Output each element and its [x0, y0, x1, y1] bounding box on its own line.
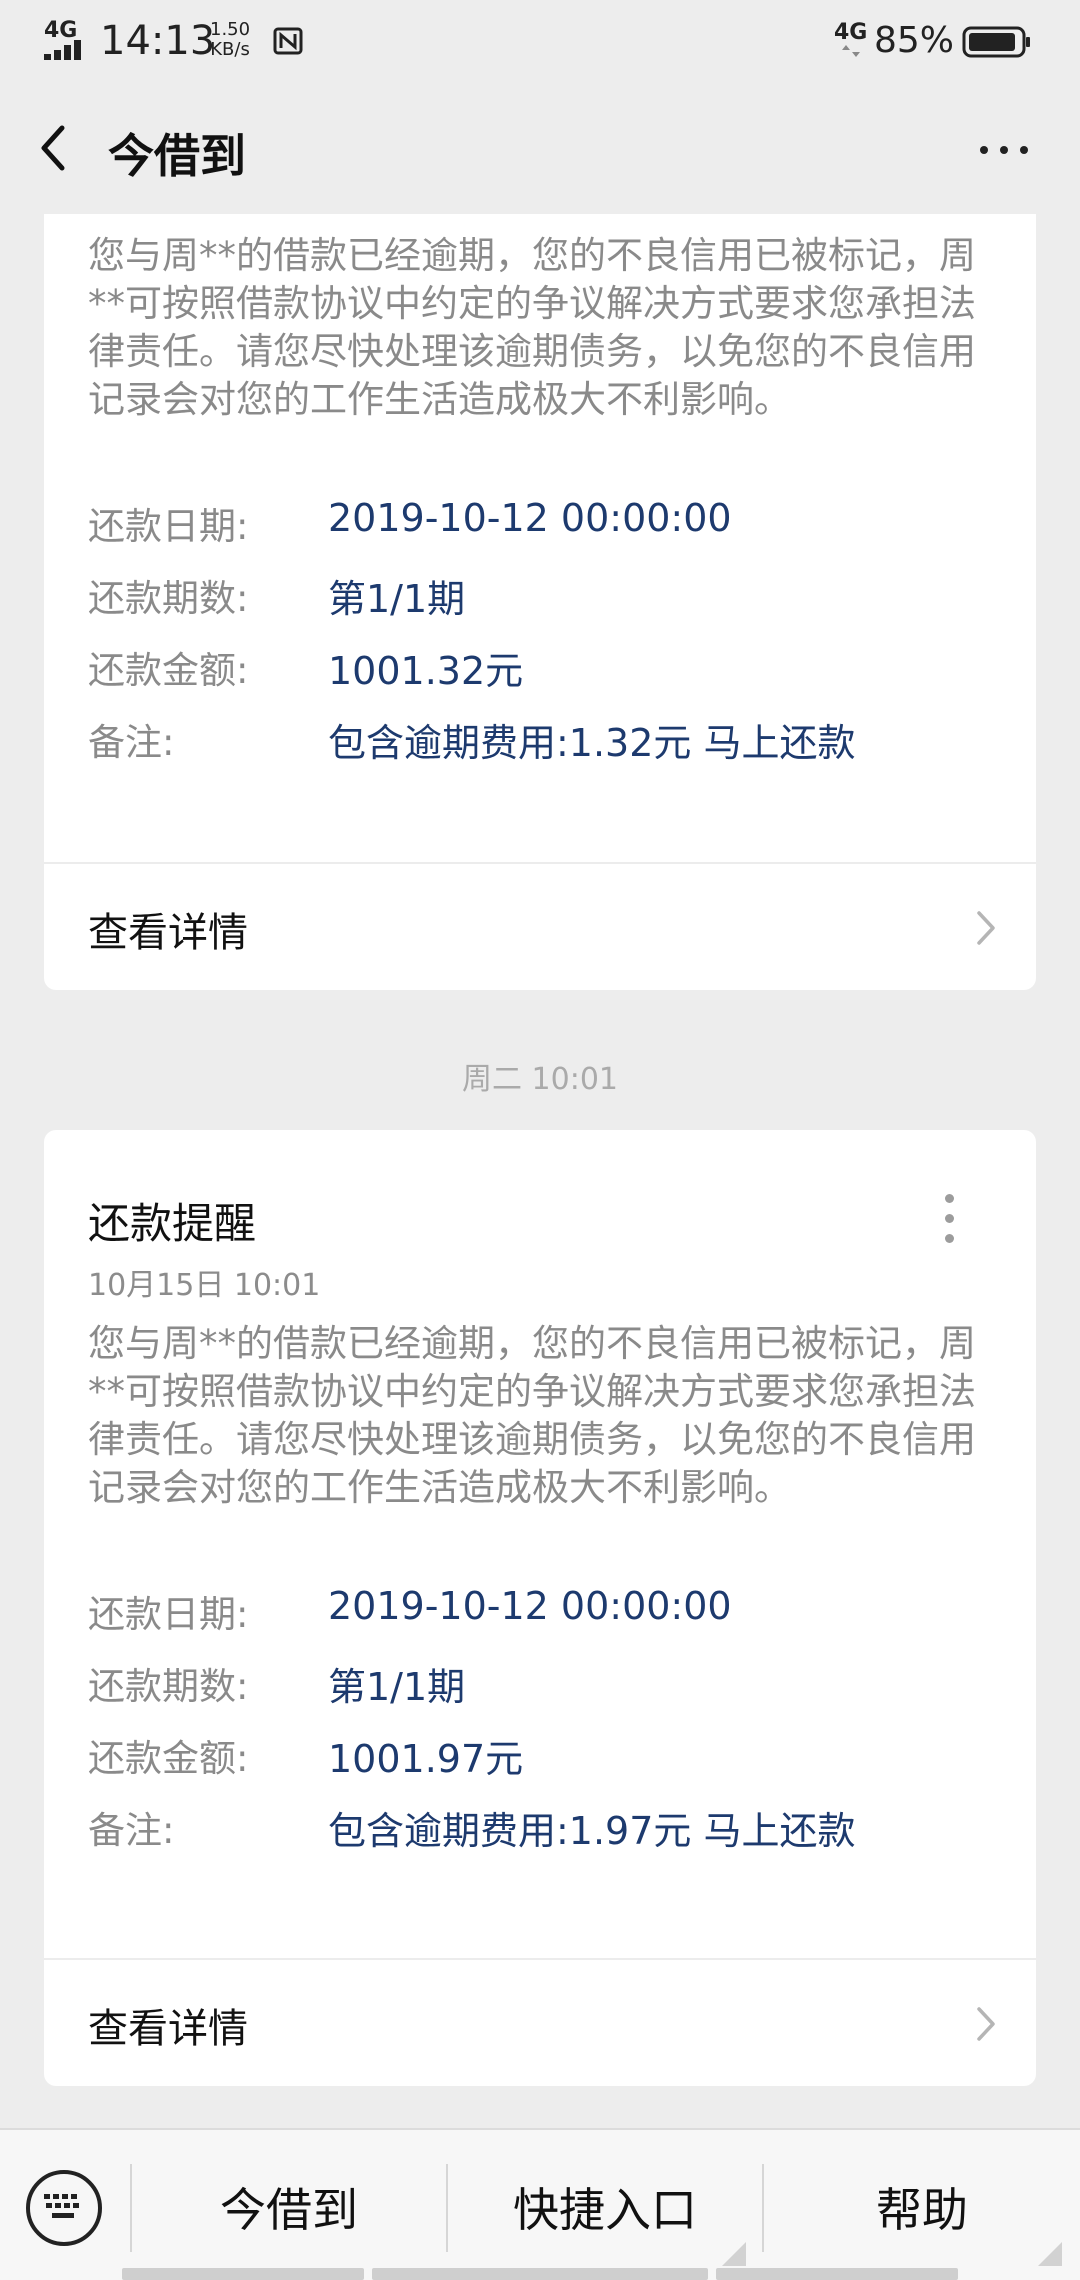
view-details-label: 查看详情 — [88, 910, 248, 956]
field-label: 备注: — [88, 721, 175, 764]
field-value: 2019-10-12 00:00:00 — [328, 496, 732, 540]
timestamp-divider: 周二 10:01 — [462, 1062, 618, 1097]
home-indicator — [372, 2268, 708, 2280]
card-date: 10月15日 10:01 — [88, 1268, 321, 1303]
field-label: 还款日期: — [88, 1593, 249, 1636]
chevron-right-icon — [977, 2007, 995, 2041]
network-speed-value: 1.50 — [210, 19, 251, 40]
field-row-repay-date: 还款日期: 2019-10-12 00:00:00 — [88, 496, 988, 548]
menu-item-jinjiedao[interactable]: 今借到 — [132, 2160, 446, 2260]
view-details-button[interactable]: 查看详情 — [44, 1960, 1036, 2086]
battery-icon — [962, 26, 1030, 58]
card-message: 您与周**的借款已经逾期，您的不良信用已被标记，周**可按照借款协议中约定的争议… — [88, 1322, 976, 1509]
field-label: 还款期数: — [88, 1665, 249, 1708]
field-label: 还款期数: — [88, 577, 249, 620]
field-value[interactable]: 包含逾期费用:1.97元 马上还款 — [328, 1800, 856, 1855]
field-row-note: 备注: 包含逾期费用:1.32元 马上还款 — [88, 712, 988, 765]
field-value: 1001.97元 — [328, 1737, 524, 1781]
network-speed-unit: KB/s — [210, 39, 250, 60]
field-row-repay-date: 还款日期: 2019-10-12 00:00:00 — [88, 1584, 988, 1636]
field-label: 还款日期: — [88, 505, 249, 548]
home-indicator — [122, 2268, 364, 2280]
field-row-note: 备注: 包含逾期费用:1.97元 马上还款 — [88, 1800, 988, 1853]
field-value: 2019-10-12 00:00:00 — [328, 1584, 732, 1628]
field-row-installment: 还款期数: 第1/1期 — [88, 1656, 988, 1709]
submenu-indicator-icon — [722, 2242, 746, 2266]
field-label: 还款金额: — [88, 649, 249, 692]
nfc-icon — [273, 27, 303, 55]
repayment-reminder-card: 还款提醒 10月15日 10:01 您与周**的借款已经逾期，您的不良信用已被标… — [44, 1130, 1036, 2086]
nav-bar: 今借到 — [0, 82, 1080, 214]
menu-item-shortcuts[interactable]: 快捷入口 — [448, 2160, 762, 2260]
submenu-indicator-icon — [1038, 2242, 1062, 2266]
card-title: 还款提醒 — [88, 1199, 257, 1248]
field-row-amount: 还款金额: 1001.97元 — [88, 1728, 988, 1781]
view-details-button[interactable]: 查看详情 — [44, 864, 1036, 990]
more-icon[interactable] — [976, 134, 1032, 164]
repayment-reminder-card: 您与周**的借款已经逾期，您的不良信用已被标记，周**可按照借款协议中约定的争议… — [44, 214, 1036, 990]
network-type-right-label: 4G — [834, 20, 868, 45]
battery-percent: 85% — [874, 20, 955, 61]
field-value[interactable]: 包含逾期费用:1.32元 马上还款 — [328, 712, 856, 767]
chevron-right-icon — [977, 911, 995, 945]
back-icon[interactable] — [30, 118, 80, 178]
field-value: 第1/1期 — [328, 1665, 466, 1709]
data-activity-icon — [842, 45, 860, 57]
field-label: 还款金额: — [88, 1737, 249, 1780]
card-message: 您与周**的借款已经逾期，您的不良信用已被标记，周**可按照借款协议中约定的争议… — [88, 234, 976, 421]
page-title: 今借到 — [108, 129, 246, 183]
more-vertical-icon[interactable] — [939, 1190, 959, 1250]
view-details-label: 查看详情 — [88, 2006, 248, 2052]
home-indicator — [716, 2268, 958, 2280]
network-speed: 1.50 KB/s — [210, 20, 250, 60]
field-row-amount: 还款金额: 1001.32元 — [88, 640, 988, 693]
status-bar: 4G 14:13 1.50 KB/s 4G 85% — [0, 0, 1080, 82]
message-list[interactable]: 您与周**的借款已经逾期，您的不良信用已被标记，周**可按照借款协议中约定的争议… — [0, 214, 1080, 2128]
bottom-menu: 今借到 快捷入口 帮助 — [0, 2128, 1080, 2280]
keyboard-icon[interactable] — [26, 2170, 102, 2246]
field-label: 备注: — [88, 1809, 175, 1852]
signal-strength-icon — [44, 40, 88, 60]
field-row-installment: 还款期数: 第1/1期 — [88, 568, 988, 621]
field-value: 第1/1期 — [328, 577, 466, 621]
field-value: 1001.32元 — [328, 649, 524, 693]
menu-item-help[interactable]: 帮助 — [764, 2160, 1080, 2260]
status-time: 14:13 — [100, 18, 216, 64]
